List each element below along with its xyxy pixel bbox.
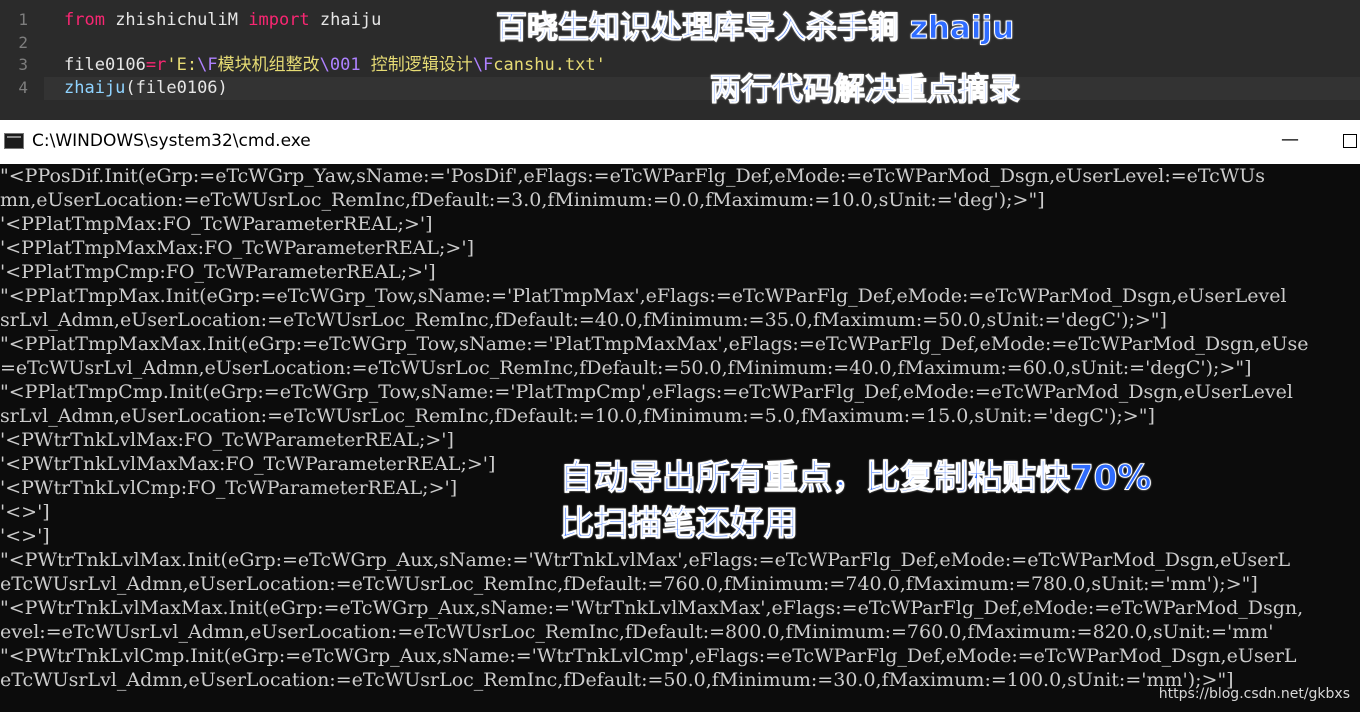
escape-seq: \F [472, 55, 494, 75]
string-part: E: [176, 55, 198, 75]
console-line: eTcWUsrLvl_Admn,eUserLocation:=eTcWUsrLo… [0, 669, 1234, 691]
console-line: "<PWtrTnkLvlMax.Init(eGrp:=eTcWGrp_Aux,s… [0, 549, 1291, 571]
keyword-import: import [248, 10, 310, 30]
console-line: "<PPosDif.Init(eGrp:=eTcWGrp_Yaw,sName:=… [0, 165, 1266, 187]
console-output[interactable]: "<PPosDif.Init(eGrp:=eTcWGrp_Yaw,sName:=… [0, 164, 1360, 712]
console-line: "<PPlatTmpCmp.Init(eGrp:=eTcWGrp_Tow,sNa… [0, 381, 1293, 403]
variable-name: file0106 [64, 55, 146, 75]
overlay-title: 百晓生知识处理库导入杀手锏 zhaiju [495, 10, 1015, 47]
line-number: 3 [18, 55, 28, 74]
escape-seq: \F [197, 55, 218, 75]
function-call: zhaiju [64, 78, 126, 98]
cmd-window-title: C:\WINDOWS\system32\cmd.exe [32, 131, 311, 151]
console-line: srLvl_Admn,eUserLocation:=eTcWUsrLoc_Rem… [0, 309, 1167, 331]
console-line: "<PWtrTnkLvlCmp.Init(eGrp:=eTcWGrp_Aux,s… [0, 645, 1297, 667]
string-part: 控制逻辑设计 [360, 55, 473, 75]
escape-seq: \001 [319, 55, 361, 75]
module-name: zhishichuliM [104, 10, 249, 30]
maximize-button[interactable] [1343, 134, 1357, 148]
keyword-from: from [64, 10, 105, 30]
line-number: 2 [18, 33, 28, 52]
cmd-icon [4, 133, 24, 149]
watermark-url: https://blog.csdn.net/gkbxs [1158, 686, 1350, 702]
console-line: '<PPlatTmpMax:FO_TcWParameterREAL;>'] [0, 213, 433, 235]
string-quote: ' [166, 55, 177, 75]
console-line: '<PWtrTnkLvlCmp:FO_TcWParameterREAL;>'] [0, 477, 458, 499]
console-line: =eTcWUsrLvl_Admn,eUserLocation:=eTcWUsrL… [0, 357, 1252, 379]
code-line-3[interactable]: file0106=r'E:\F模块机组整改\001 控制逻辑设计\Fcanshu… [64, 54, 606, 76]
console-line: mn,eUserLocation:=eTcWUsrLoc_RemInc,fDef… [0, 189, 1045, 211]
line-number-gutter: 1 2 3 4 [0, 0, 44, 120]
line-number: 4 [18, 78, 28, 97]
console-line: '<PWtrTnkLvlMaxMax:FO_TcWParameterREAL;>… [0, 453, 496, 475]
raw-prefix: r [156, 55, 167, 75]
console-line: '<PWtrTnkLvlMax:FO_TcWParameterREAL;>'] [0, 429, 454, 451]
console-line: '<>'] [0, 501, 50, 523]
console-line: '<PPlatTmpMaxMax:FO_TcWParameterREAL;>'] [0, 237, 474, 259]
console-line: evel:=eTcWUsrLvl_Admn,eUserLocation:=eTc… [0, 621, 1274, 643]
code-line-1[interactable]: from zhishichuliM import zhaiju [64, 9, 381, 31]
console-line: eTcWUsrLvl_Admn,eUserLocation:=eTcWUsrLo… [0, 573, 1258, 595]
overlay-promo-2: 比扫描笔还好用 [560, 504, 799, 545]
console-line: '<>'] [0, 525, 50, 547]
string-part: canshu.txt [493, 55, 596, 75]
console-line: "<PWtrTnkLvlMaxMax.Init(eGrp:=eTcWGrp_Au… [0, 597, 1304, 619]
line-number: 1 [18, 10, 28, 29]
assign-operator: = [145, 55, 157, 75]
code-editor[interactable]: 1 2 3 4 from zhishichuliM import zhaiju … [0, 0, 1360, 120]
string-part: 模块机组整改 [217, 55, 320, 75]
imported-name: zhaiju [309, 10, 382, 30]
console-line: '<PPlatTmpCmp:FO_TcWParameterREAL;>'] [0, 261, 436, 283]
minimize-button[interactable]: — [1270, 120, 1310, 164]
overlay-subtitle: 两行代码解决重点摘录 [710, 72, 1021, 109]
console-line: srLvl_Admn,eUserLocation:=eTcWUsrLoc_Rem… [0, 405, 1155, 427]
console-line: "<PPlatTmpMaxMax.Init(eGrp:=eTcWGrp_Tow,… [0, 333, 1309, 355]
console-line: "<PPlatTmpMax.Init(eGrp:=eTcWGrp_Tow,sNa… [0, 285, 1287, 307]
string-quote: ' [595, 55, 606, 75]
overlay-promo-1: 自动导出所有重点，比复制粘贴快70% [559, 458, 1152, 499]
function-args: (file0106) [125, 78, 228, 98]
code-line-4[interactable]: zhaiju(file0106) [64, 77, 228, 99]
